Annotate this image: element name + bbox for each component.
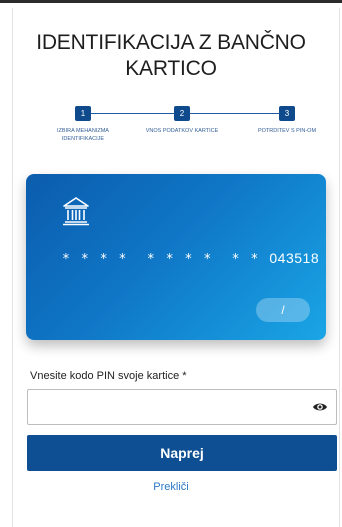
card-number-last-digits: 043518: [269, 250, 320, 266]
cancel-link[interactable]: Prekliči: [0, 481, 342, 493]
page-title: IDENTIFIKACIJA Z BANČNO KARTICO: [0, 30, 342, 82]
step-1-label: IZBIRA MEHANIZMA IDENTIFIKACIJE: [39, 127, 127, 143]
bank-card: * * * * * * * * * * 043518 /: [26, 174, 326, 340]
next-button[interactable]: Naprej: [27, 435, 337, 471]
top-divider: [0, 0, 342, 3]
progress-stepper: 1 IZBIRA MEHANIZMA IDENTIFIKACIJE 2 VNOS…: [0, 106, 342, 146]
page-title-line1: IDENTIFIKACIJA Z BANČNO: [36, 31, 306, 54]
eye-icon[interactable]: [312, 401, 328, 413]
pin-field: [27, 389, 337, 426]
step-2-badge: 2: [174, 106, 190, 121]
pin-label: Vnesite kodo PIN svoje kartice *: [30, 370, 187, 382]
step-1-label-line2: IDENTIFIKACIJE: [61, 136, 105, 142]
card-number: * * * * * * * * * * 043518: [62, 250, 319, 267]
card-expiry: /: [256, 298, 310, 322]
step-1-badge: 1: [75, 106, 91, 121]
step-3-label-line1: POTRDITEV S PIN-OM: [257, 128, 317, 134]
pin-input[interactable]: [34, 390, 298, 426]
bank-icon: [63, 197, 89, 226]
step-3-label: POTRDITEV S PIN-OM: [238, 127, 336, 135]
step-1-number: 1: [80, 109, 86, 118]
step-3-badge: 3: [279, 106, 295, 121]
step-3-number: 3: [284, 109, 290, 118]
page-title-line2: KARTICO: [125, 57, 217, 80]
step-2-label-line1: VNOS PODATKOV KARTICE: [145, 128, 219, 134]
step-2-label: VNOS PODATKOV KARTICE: [127, 127, 237, 135]
card-number-masked: * * * * * * * * * *: [62, 252, 270, 267]
step-2-number: 2: [179, 109, 185, 118]
step-1-label-line1: IZBIRA MEHANIZMA: [57, 128, 109, 134]
